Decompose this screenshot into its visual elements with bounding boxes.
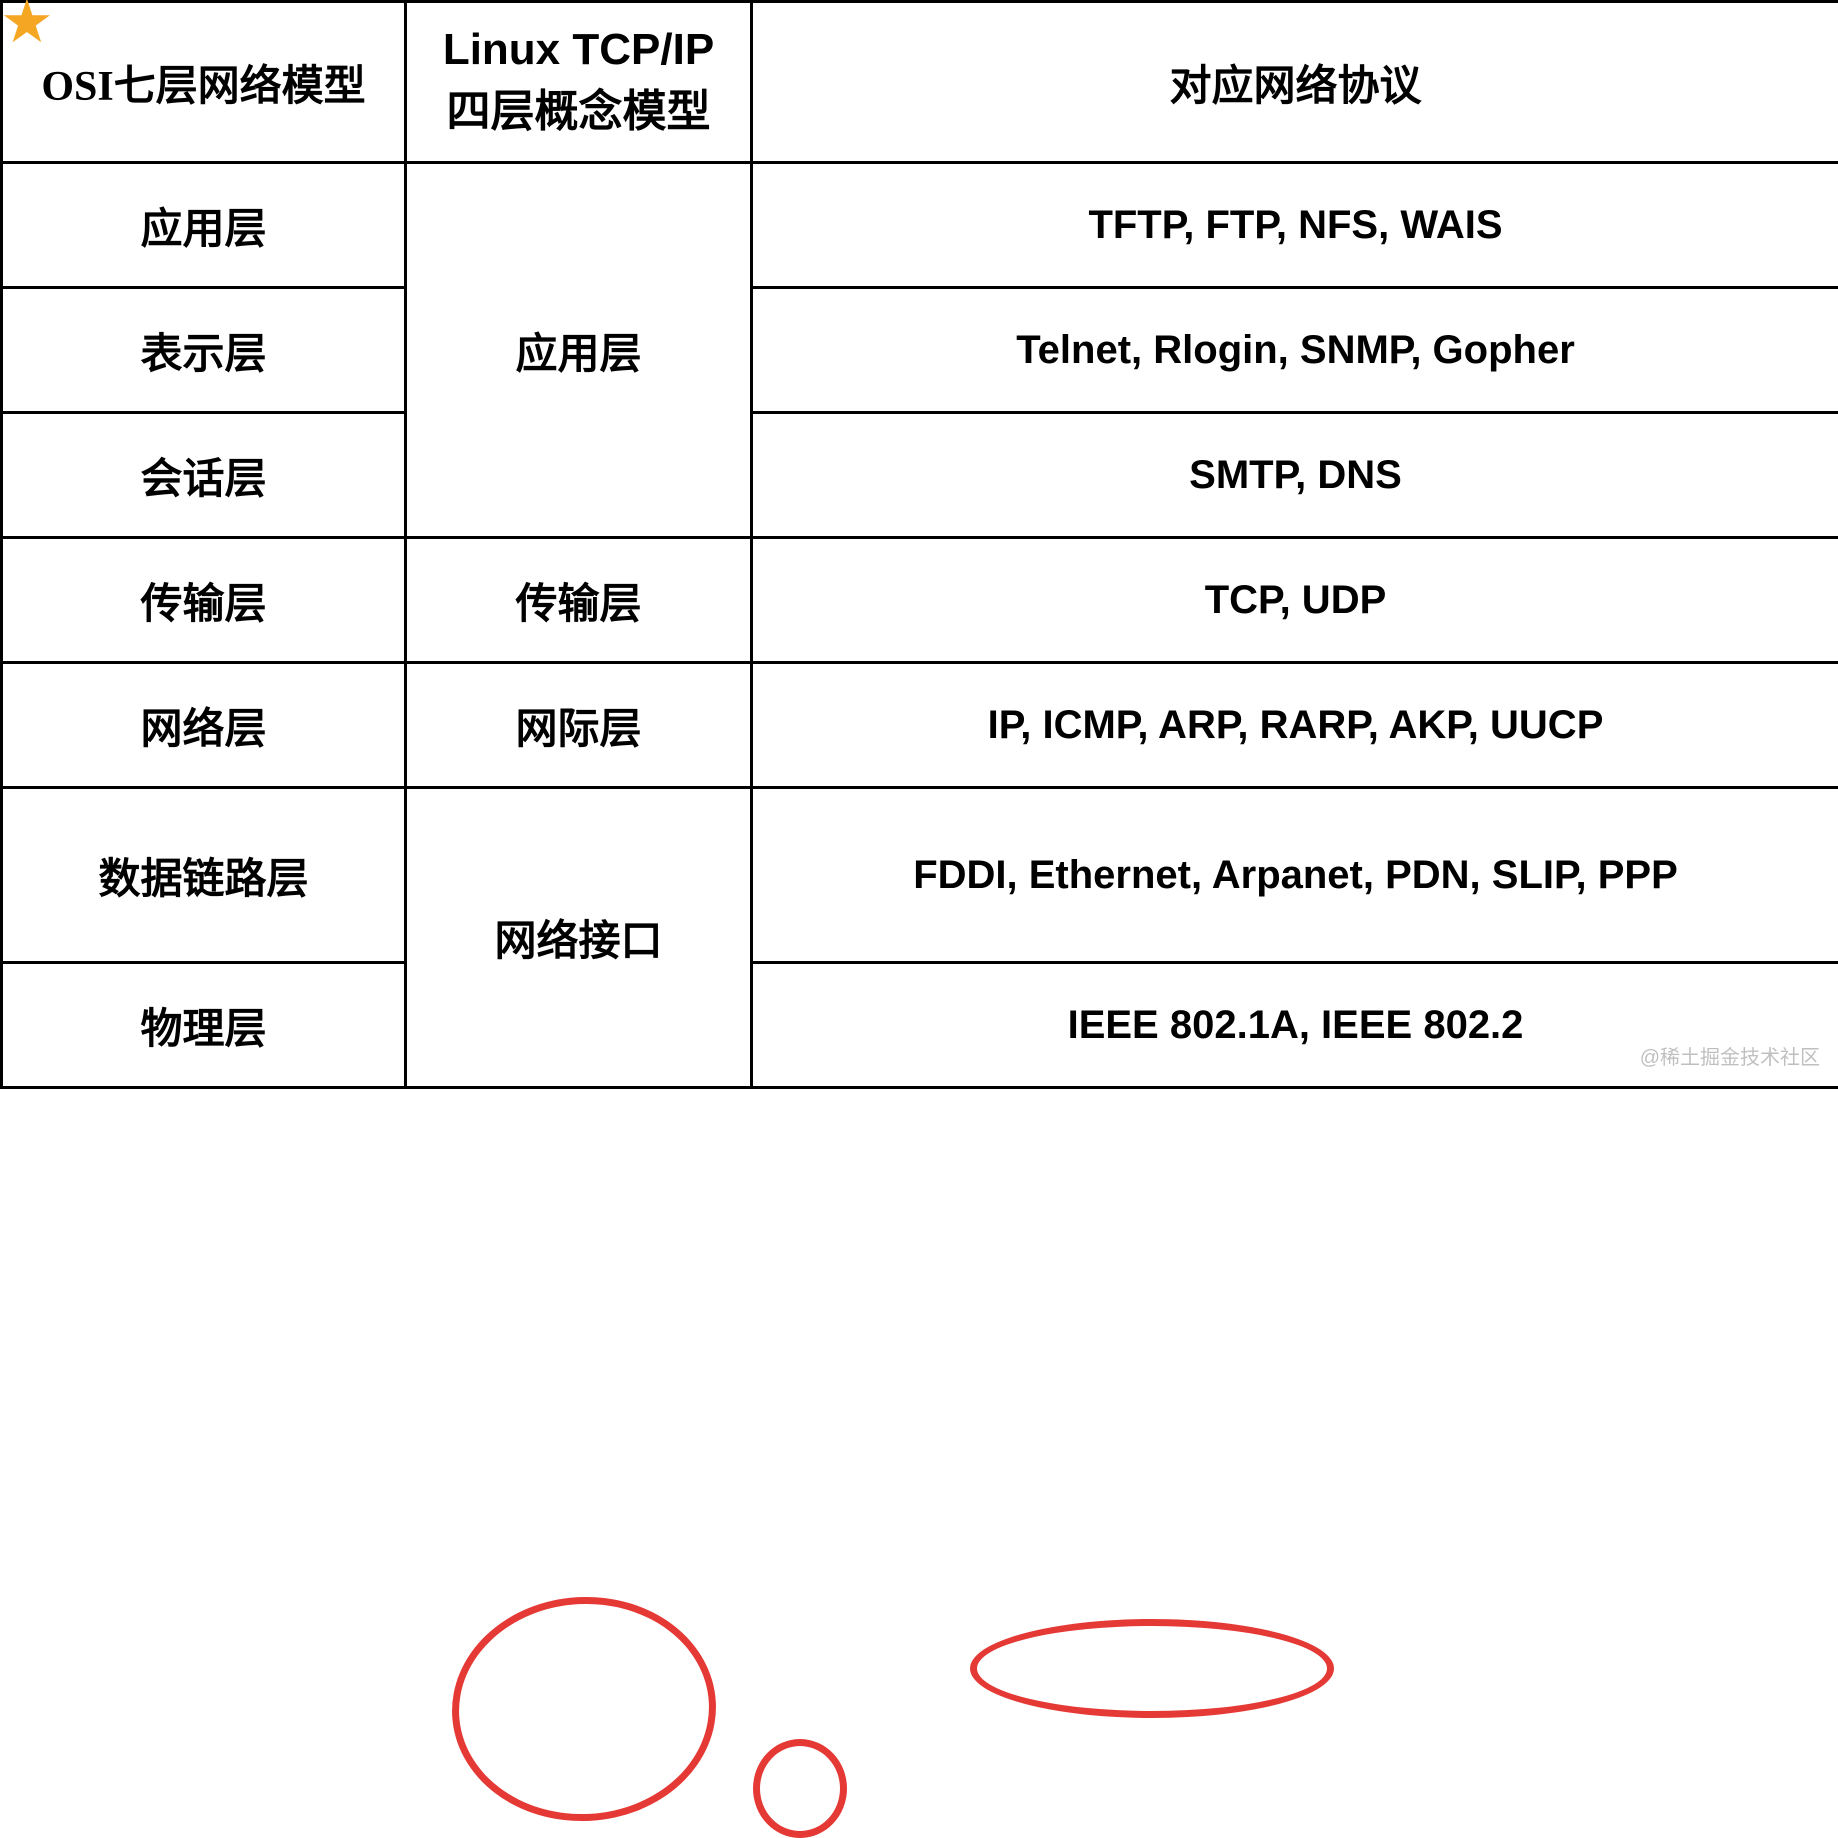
- table-row: 传输层 传输层 TCP, UDP: [2, 538, 1838, 663]
- tcp-layer-network-interface: 网络接口: [406, 788, 752, 1088]
- table-row: 数据链路层 网络接口 FDDI, Ethernet, Arpanet, PDN,…: [2, 788, 1838, 963]
- proto-application: TFTP, FTP, NFS, WAIS: [752, 163, 1838, 288]
- proto-transport: TCP, UDP: [752, 538, 1838, 663]
- header-osi: OSI七层网络模型: [2, 2, 406, 163]
- network-model-table: OSI七层网络模型 Linux TCP/IP 四层概念模型 对应网络协议 应用层…: [0, 0, 1838, 1089]
- osi-layer-physical: 物理层: [2, 963, 406, 1088]
- osi-layer-presentation: 表示层: [2, 288, 406, 413]
- proto-session: SMTP, DNS: [752, 413, 1838, 538]
- table-row: 应用层 应用层 TFTP, FTP, NFS, WAIS: [2, 163, 1838, 288]
- table-row: 会话层 SMTP, DNS: [2, 413, 1838, 538]
- proto-datalink: FDDI, Ethernet, Arpanet, PDN, SLIP, PPP: [752, 788, 1838, 963]
- table-row: 表示层 Telnet, Rlogin, SNMP, Gopher: [2, 288, 1838, 413]
- proto-network: IP, ICMP, ARP, RARP, AKP, UUCP: [752, 663, 1838, 788]
- osi-layer-datalink: 数据链路层: [2, 788, 406, 963]
- osi-layer-session: 会话层: [2, 413, 406, 538]
- header-tcpip-line1: Linux TCP/IP: [417, 25, 740, 75]
- tcp-layer-internet: 网际层: [406, 663, 752, 788]
- red-circle-ip: [753, 1739, 847, 1838]
- tcp-layer-application: 应用层: [406, 163, 752, 538]
- header-tcpip-line2: 四层概念模型: [417, 75, 740, 139]
- header-protocols: 对应网络协议: [752, 2, 1838, 163]
- red-circle-transport-internet: [446, 1590, 721, 1828]
- tcp-layer-transport: 传输层: [406, 538, 752, 663]
- table-row: 网络层 网际层 IP, ICMP, ARP, RARP, AKP, UUCP: [2, 663, 1838, 788]
- header-tcpip: Linux TCP/IP 四层概念模型: [406, 2, 752, 163]
- watermark: @稀土掘金技术社区: [1640, 1041, 1820, 1070]
- osi-layer-transport: 传输层: [2, 538, 406, 663]
- table-row: 物理层 IEEE 802.1A, IEEE 802.2: [2, 963, 1838, 1088]
- table-header-row: OSI七层网络模型 Linux TCP/IP 四层概念模型 对应网络协议: [2, 2, 1838, 163]
- proto-presentation: Telnet, Rlogin, SNMP, Gopher: [752, 288, 1838, 413]
- red-circle-tcp-udp: [970, 1619, 1334, 1718]
- star-icon: ★: [0, 0, 54, 52]
- osi-layer-application: 应用层: [2, 163, 406, 288]
- osi-layer-network: 网络层: [2, 663, 406, 788]
